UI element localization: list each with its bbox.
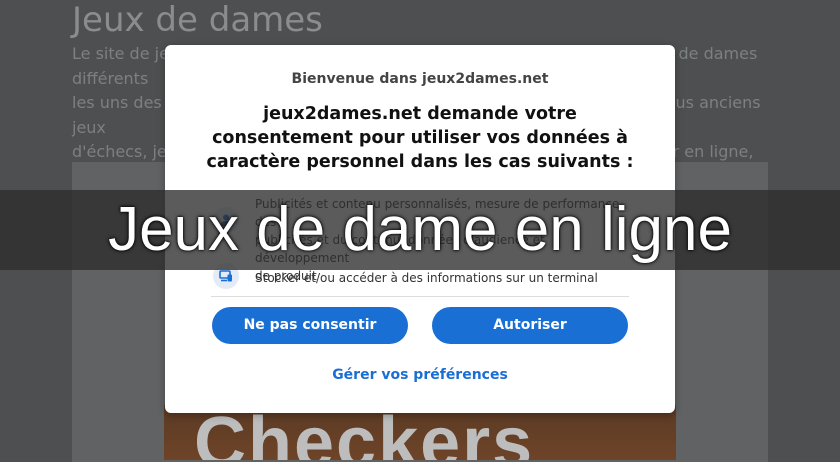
manage-preferences-link[interactable]: Gérer vos préférences [165, 367, 675, 383]
game-thumbnail-title: Checkers [194, 405, 535, 460]
reject-button[interactable]: Ne pas consentir [212, 307, 408, 344]
dialog-heading: jeux2dames.net demande votre consentemen… [206, 104, 634, 172]
dialog-divider [211, 296, 629, 297]
purpose-text: Stocker et/ou accéder à des informations… [255, 271, 598, 285]
game-thumbnail[interactable]: Checkers [164, 405, 676, 460]
accept-button[interactable]: Autoriser [432, 307, 628, 344]
dialog-header: Bienvenue dans jeux2dames.net [291, 71, 549, 87]
banner-title: Jeux de dame en ligne [108, 195, 732, 264]
page-title: Jeux de dames [72, 0, 323, 40]
